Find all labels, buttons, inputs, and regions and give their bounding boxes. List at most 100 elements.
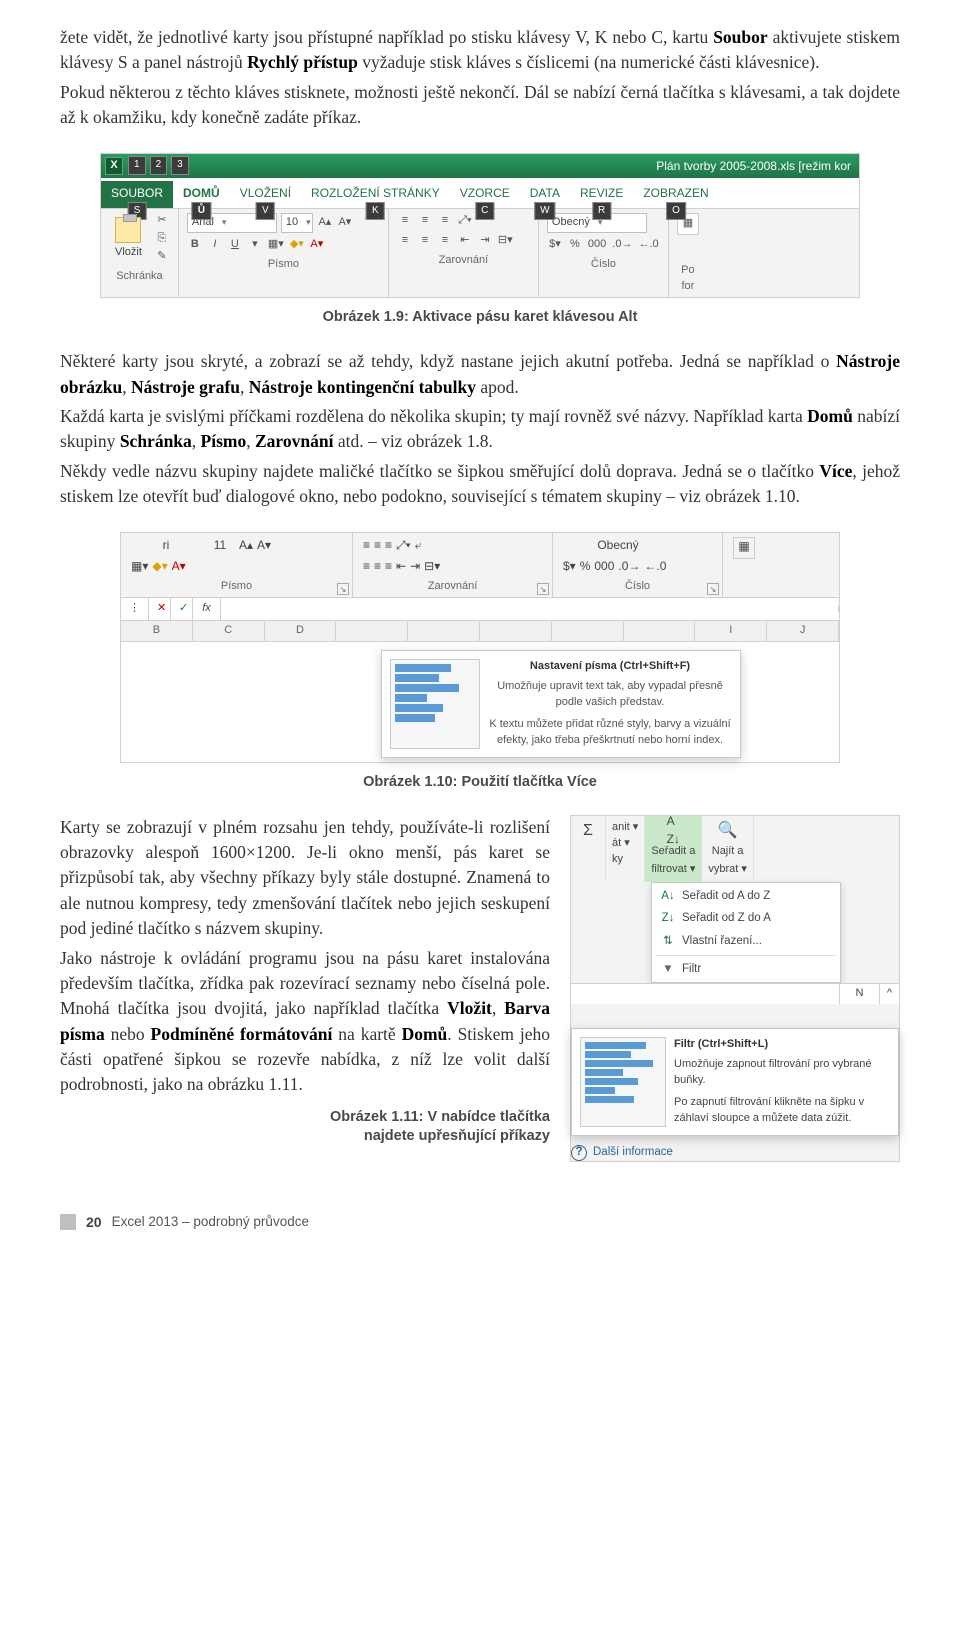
body-paragraph: Někdy vedle názvu skupiny najdete maličk… bbox=[60, 459, 900, 510]
align-right-icon[interactable]: ≡ bbox=[437, 233, 453, 249]
align-center-icon[interactable]: ≡ bbox=[417, 233, 433, 249]
tooltip-title: Filtr (Ctrl+Shift+L) bbox=[674, 1037, 890, 1053]
ribbon-excel-tooltip: ri 11 A▴ A▾ ▦▾ ◆▾ A▾ Písmo ↘ ≡≡≡ ⤢▾ ⤶ bbox=[120, 532, 840, 764]
merge-icon[interactable]: ⊟▾ bbox=[497, 233, 514, 249]
decrease-font-icon[interactable]: A▾ bbox=[337, 215, 353, 231]
wrap-text-icon[interactable]: ⤶ bbox=[415, 537, 422, 554]
keytip-3: 3 bbox=[171, 156, 189, 175]
group-schranka: Vložit ✂ ⎘ ✎ Schránka bbox=[101, 209, 179, 297]
dialog-launcher-button[interactable]: ↘ bbox=[707, 583, 719, 595]
cancel-icon[interactable]: ✕ bbox=[149, 598, 171, 620]
filter-icon: ▼ bbox=[660, 961, 676, 978]
number-format-combo[interactable]: Obecný bbox=[563, 537, 673, 554]
tab-soubor[interactable]: SOUBORS bbox=[101, 181, 173, 208]
underline-button[interactable]: U bbox=[227, 237, 243, 253]
align-bottom-icon[interactable]: ≡ bbox=[437, 213, 453, 229]
paste-button[interactable]: Vložit bbox=[109, 213, 148, 265]
autosum-button[interactable]: Σ bbox=[571, 816, 606, 882]
align-top-icon[interactable]: ≡ bbox=[397, 213, 413, 229]
more-info-link[interactable]: ? Další informace bbox=[571, 1144, 899, 1161]
sort-za-icon: Z↓ bbox=[660, 910, 676, 927]
font-name-combo[interactable]: ri bbox=[131, 537, 201, 554]
figure-1-9: X 1 2 3 Plán tvorby 2005-2008.xls [režim… bbox=[60, 153, 900, 328]
sort-filter-button[interactable]: AZ↓ Seřadit a filtrovat ▾ bbox=[645, 816, 702, 882]
increase-font-icon[interactable]: A▴ bbox=[239, 537, 253, 554]
fill-color-icon[interactable]: ◆▾ bbox=[152, 558, 167, 575]
tooltip-text: Umožňuje zapnout filtrování pro vybrané … bbox=[674, 1057, 890, 1089]
group-cislo: Obecný $▾ % 000 .0→ ←.0 Číslo ↘ bbox=[553, 533, 723, 598]
group-cislo: Obecný $▾ % 000 .0→ ←.0 Číslo bbox=[539, 209, 669, 297]
comma-icon[interactable]: 000 bbox=[587, 237, 607, 253]
increase-indent-icon[interactable]: ⇥ bbox=[477, 233, 493, 249]
excel-logo-icon: X bbox=[105, 157, 123, 175]
keytip-2: 2 bbox=[150, 156, 168, 175]
decrease-indent-icon[interactable]: ⇤ bbox=[457, 233, 473, 249]
figure-1-10: ri 11 A▴ A▾ ▦▾ ◆▾ A▾ Písmo ↘ ≡≡≡ ⤢▾ ⤶ bbox=[60, 532, 900, 793]
clipboard-icon bbox=[115, 217, 141, 243]
group-pismo: Arial 10 A▴ A▾ B I U ▾ ▦▾ ◆▾ A▾ Písmo bbox=[179, 209, 389, 297]
group-truncated: ▦ Po for bbox=[669, 209, 701, 297]
fx-icon[interactable]: fx bbox=[193, 598, 221, 620]
format-painter-icon[interactable]: ✎ bbox=[154, 249, 170, 265]
percent-icon[interactable]: % bbox=[567, 237, 583, 253]
find-select-button[interactable]: 🔍 Najít a vybrat ▾ bbox=[702, 816, 754, 882]
confirm-icon[interactable]: ✓ bbox=[171, 598, 193, 620]
tooltip-title: Nastavení písma (Ctrl+Shift+F) bbox=[488, 659, 732, 675]
body-paragraph: Některé karty jsou skryté, a zobrazí se … bbox=[60, 349, 900, 400]
keytip-1: 1 bbox=[128, 156, 146, 175]
font-color-icon[interactable]: A▾ bbox=[309, 237, 325, 253]
tooltip-text: Po zapnutí filtrování klikněte na šipku … bbox=[674, 1095, 890, 1127]
decrease-font-icon[interactable]: A▾ bbox=[257, 537, 271, 554]
merge-icon[interactable]: ⊟▾ bbox=[424, 558, 440, 575]
borders-icon[interactable]: ▦▾ bbox=[131, 558, 148, 575]
help-icon: ? bbox=[571, 1145, 587, 1161]
borders-icon[interactable]: ▦▾ bbox=[267, 237, 285, 253]
ribbon-tabs: SOUBORS DOMŮŮ VLOŽENÍV ROZLOŽENÍ STRÁNKY… bbox=[101, 178, 859, 209]
formula-input[interactable] bbox=[221, 606, 839, 612]
copy-icon[interactable]: ⎘ bbox=[154, 231, 170, 247]
tab-rozlozeni-stranky[interactable]: ROZLOŽENÍ STRÁNKYK bbox=[301, 181, 450, 208]
quick-access-toolbar: X 1 2 3 Plán tvorby 2005-2008.xls [režim… bbox=[101, 154, 859, 178]
figure-1-11: Σ anit ▾ át ▾ ky AZ↓ Seřadit a filtrovat… bbox=[570, 815, 900, 1162]
custom-sort-icon: ⇅ bbox=[660, 933, 676, 950]
bold-button[interactable]: B bbox=[187, 237, 203, 253]
sort-filter-menu: A↓Seřadit od A do Z Z↓Seřadit od Z do A … bbox=[651, 882, 841, 984]
group-pismo: ri 11 A▴ A▾ ▦▾ ◆▾ A▾ Písmo ↘ bbox=[121, 533, 353, 598]
increase-font-icon[interactable]: A▴ bbox=[317, 215, 333, 231]
menu-item-custom-sort[interactable]: ⇅Vlastní řazení... bbox=[652, 930, 840, 953]
italic-button[interactable]: I bbox=[207, 237, 223, 253]
column-header-n[interactable]: N bbox=[839, 984, 879, 1004]
tab-vzorce[interactable]: VZORCEC bbox=[450, 181, 520, 208]
page-number: 20 bbox=[86, 1212, 102, 1232]
font-size-combo[interactable]: 10 bbox=[281, 213, 313, 233]
font-size-combo[interactable]: 11 bbox=[205, 537, 235, 554]
orientation-icon[interactable]: ⤢▾ bbox=[457, 213, 473, 229]
group-zarovnani: ≡ ≡ ≡ ⤢▾ ≡ ≡ ≡ ⇤ ⇥ ⊟▾ Zarovnání bbox=[389, 209, 539, 297]
currency-icon[interactable]: $▾ bbox=[547, 237, 563, 253]
increase-decimal-icon[interactable]: .0→ bbox=[611, 237, 633, 253]
tab-revize[interactable]: REVIZER bbox=[570, 181, 633, 208]
tab-zobrazeni[interactable]: ZOBRAZENO bbox=[633, 181, 718, 208]
align-middle-icon[interactable]: ≡ bbox=[417, 213, 433, 229]
menu-item-sort-za[interactable]: Z↓Seřadit od Z do A bbox=[652, 907, 840, 930]
menu-item-sort-az[interactable]: A↓Seřadit od A do Z bbox=[652, 885, 840, 908]
align-left-icon[interactable]: ≡ bbox=[397, 233, 413, 249]
tooltip-thumbnail bbox=[390, 659, 480, 749]
menu-item-filter[interactable]: ▼Filtr bbox=[652, 958, 840, 981]
cut-icon[interactable]: ✂ bbox=[154, 213, 170, 229]
dialog-launcher-button[interactable]: ↘ bbox=[337, 583, 349, 595]
dialog-launcher-button[interactable]: ↘ bbox=[537, 583, 549, 595]
tooltip-text: K textu můžete přidat různé styly, barvy… bbox=[488, 717, 732, 749]
decrease-decimal-icon[interactable]: ←.0 bbox=[637, 237, 659, 253]
sort-icon: AZ↓ bbox=[662, 820, 684, 842]
footer-square-icon bbox=[60, 1214, 76, 1230]
tooltip-text: Umožňuje upravit text tak, aby vypadal p… bbox=[488, 679, 732, 711]
body-paragraph: Pokud některou z těchto kláves stisknete… bbox=[60, 80, 900, 131]
tab-data[interactable]: DATAW bbox=[520, 181, 570, 208]
collapse-ribbon-icon[interactable]: ^ bbox=[879, 984, 899, 1004]
tab-domu[interactable]: DOMŮŮ bbox=[173, 181, 230, 208]
font-color-icon[interactable]: A▾ bbox=[172, 558, 186, 575]
fill-color-icon[interactable]: ◆▾ bbox=[289, 237, 305, 253]
tab-vlozeni[interactable]: VLOŽENÍV bbox=[230, 181, 301, 208]
group-zarovnani: ≡≡≡ ⤢▾ ⤶ ≡≡≡ ⇤⇥ ⊟▾ Zarovnání ↘ bbox=[353, 533, 553, 598]
